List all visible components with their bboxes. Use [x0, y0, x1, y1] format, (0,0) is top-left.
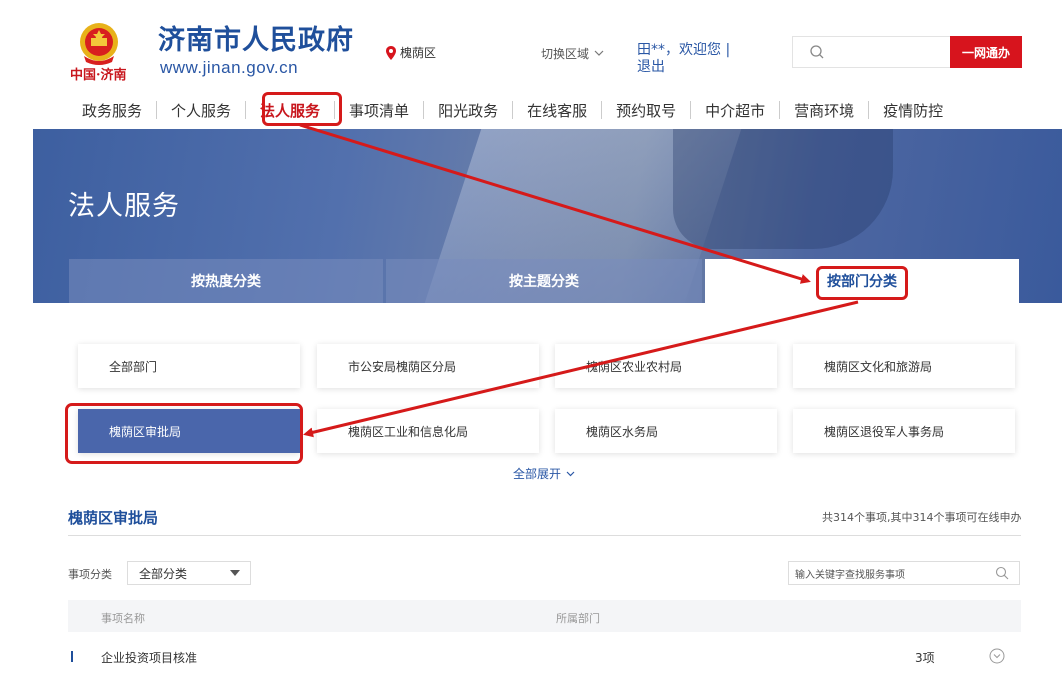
location-label: 槐荫区 — [400, 46, 437, 60]
nav-divider — [156, 101, 158, 119]
section-divider — [68, 535, 1021, 536]
page-title: 法人服务 — [68, 191, 180, 222]
nav-divider — [512, 101, 514, 119]
search-icon[interactable] — [995, 566, 1009, 580]
expand-all-label: 全部展开 — [513, 467, 562, 481]
section-item-count: 共314个事项,其中314个事项可在线申办 — [822, 511, 1022, 524]
table-header: 事项名称 所属部门 — [68, 600, 1021, 632]
site-name[interactable]: 济南市人民政府 — [158, 18, 354, 57]
nav-divider — [601, 101, 603, 119]
row-item-count: 3项 — [915, 651, 935, 665]
nav-item-personal-service[interactable]: 个人服务 — [171, 100, 231, 121]
caret-down-icon — [230, 570, 240, 576]
nav-item-government-service[interactable]: 政务服务 — [82, 100, 142, 121]
nav-item-online-support[interactable]: 在线客服 — [527, 100, 587, 121]
logout-link[interactable]: 退出 — [637, 59, 730, 76]
china-jinan-logo-text: 中国·济南 — [70, 68, 127, 83]
section-title: 槐荫区审批局 — [68, 509, 159, 527]
national-emblem-icon — [80, 23, 118, 65]
chevron-down-icon — [566, 471, 575, 476]
site-header: 中国·济南 济南市人民政府 www.jinan.gov.cn 槐荫区 切换区域 … — [0, 0, 1062, 90]
tab-by-theme[interactable]: 按主题分类 — [386, 259, 702, 303]
row-item-name[interactable]: 企业投资项目核准 — [101, 649, 197, 666]
tab-by-popularity[interactable]: 按热度分类 — [69, 259, 383, 303]
dept-all[interactable]: 全部部门 — [78, 344, 300, 388]
one-stop-service-button[interactable]: 一网通办 — [950, 36, 1022, 68]
current-location: 槐荫区 — [386, 44, 436, 61]
user-greeting: 田**，欢迎您 | 退出 — [637, 42, 730, 76]
switch-region-button[interactable]: 切换区域 — [541, 45, 604, 62]
expand-circle-icon[interactable] — [989, 648, 1005, 664]
location-pin-icon — [386, 45, 396, 60]
search-icon — [810, 45, 824, 59]
keyword-search-input[interactable]: 输入关键字查找服务事项 — [788, 561, 1020, 585]
main-nav: 政务服务 个人服务 法人服务 事项清单 阳光政务 在线客服 预约取号 中介超市 … — [82, 98, 943, 122]
nav-divider — [423, 101, 425, 119]
nav-divider — [245, 101, 247, 119]
nav-divider — [868, 101, 870, 119]
category-filter-select[interactable]: 全部分类 — [127, 561, 251, 585]
chevron-down-icon — [594, 50, 604, 56]
nav-item-open-government[interactable]: 阳光政务 — [438, 100, 498, 121]
nav-item-epidemic-control[interactable]: 疫情防控 — [883, 100, 943, 121]
column-header-department: 所属部门 — [556, 612, 600, 625]
dept-water[interactable]: 槐荫区水务局 — [555, 409, 777, 453]
nav-item-business-environment[interactable]: 营商环境 — [794, 100, 854, 121]
annotation-box-department-tab — [816, 266, 908, 300]
site-url[interactable]: www.jinan.gov.cn — [160, 58, 298, 78]
filter-selected-value: 全部分类 — [139, 566, 188, 581]
greeting-text: 田**，欢迎您 | — [637, 42, 731, 58]
dept-industry-it[interactable]: 槐荫区工业和信息化局 — [317, 409, 539, 453]
dept-public-security[interactable]: 市公安局槐荫区分局 — [317, 344, 539, 388]
switch-region-label: 切换区域 — [541, 47, 590, 61]
nav-divider — [690, 101, 692, 119]
banner-decoration — [673, 129, 893, 249]
nav-item-agency-market[interactable]: 中介超市 — [705, 100, 765, 121]
dept-agriculture[interactable]: 槐荫区农业农村局 — [555, 344, 777, 388]
nav-item-appointment[interactable]: 预约取号 — [616, 100, 676, 121]
keyword-placeholder: 输入关键字查找服务事项 — [795, 569, 905, 581]
search-input[interactable] — [792, 36, 950, 68]
expand-all-button[interactable]: 全部展开 — [513, 465, 575, 482]
row-marker — [71, 651, 73, 662]
filter-label: 事项分类 — [68, 568, 112, 581]
column-header-item-name: 事项名称 — [101, 612, 145, 625]
dept-veterans[interactable]: 槐荫区退役军人事务局 — [793, 409, 1015, 453]
table-row[interactable]: 企业投资项目核准 3项 — [68, 642, 1021, 670]
annotation-box-nav — [262, 92, 342, 126]
annotation-box-approval-bureau — [65, 403, 303, 464]
nav-item-item-list[interactable]: 事项清单 — [349, 100, 409, 121]
nav-divider — [779, 101, 781, 119]
dept-culture-tourism[interactable]: 槐荫区文化和旅游局 — [793, 344, 1015, 388]
